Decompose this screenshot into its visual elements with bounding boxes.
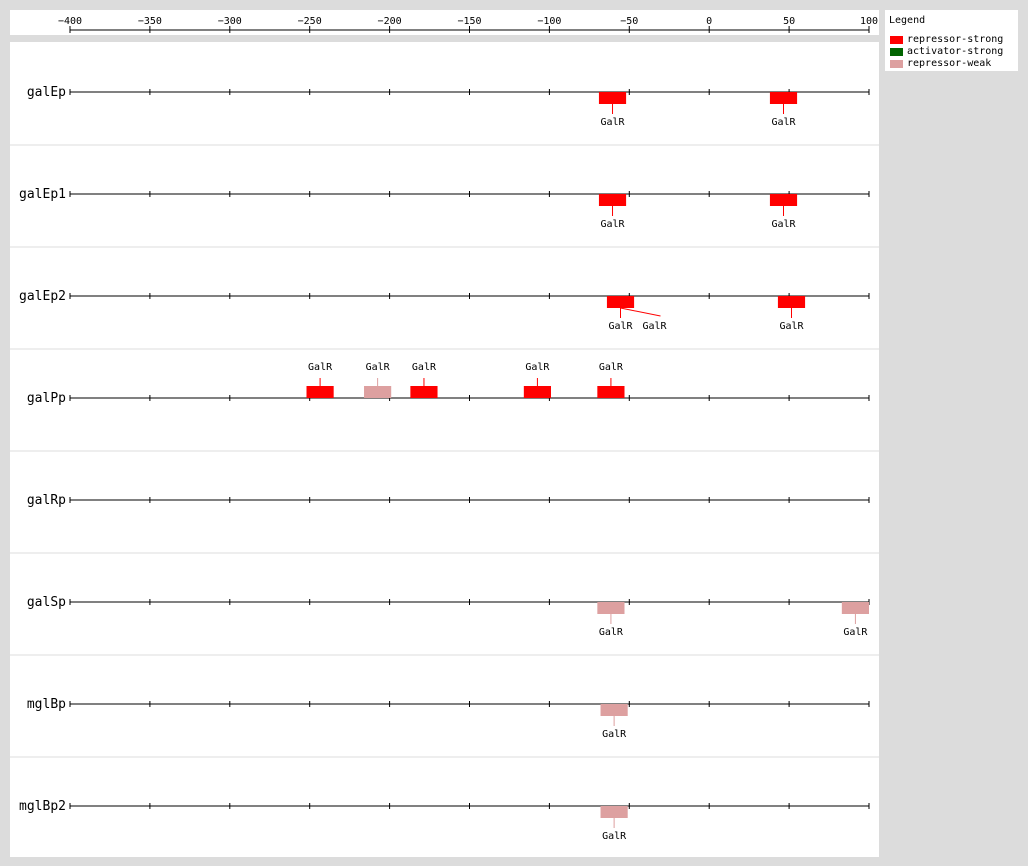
binding-site: [841, 602, 869, 614]
binding-site: [600, 806, 628, 818]
track-label: galEp1: [19, 187, 66, 202]
track-label: galRp: [27, 493, 66, 508]
binding-site: [410, 386, 438, 398]
binding-site: [598, 194, 627, 206]
site-label: GalR: [412, 362, 437, 373]
binding-site: [597, 602, 625, 614]
axis-tick-label: 100: [860, 16, 878, 27]
site-label: GalR: [366, 362, 391, 373]
binding-site: [306, 386, 334, 398]
site-label: GalR: [602, 729, 627, 740]
track-label: mglBp: [27, 697, 66, 712]
binding-site: [769, 92, 798, 104]
site-label: GalR: [779, 321, 804, 332]
site-label: GalR: [843, 627, 868, 638]
site-connector: [620, 307, 661, 317]
track-label: galPp: [27, 391, 66, 406]
site-label: GalR: [308, 362, 333, 373]
track-label: galSp: [27, 595, 66, 610]
site-label: GalR: [599, 362, 624, 373]
axis-tick-label: −300: [218, 16, 242, 27]
site-label: GalR: [599, 627, 624, 638]
axis-tick-label: 0: [706, 16, 712, 27]
axis-tick-label: −400: [58, 16, 82, 27]
binding-site: [769, 194, 798, 206]
binding-site: [606, 296, 635, 308]
site-label: GalR: [600, 117, 625, 128]
axis-tick-label: −50: [620, 16, 638, 27]
axis-tick-label: 50: [783, 16, 795, 27]
track-label: mglBp2: [19, 799, 66, 814]
site-label: GalR: [642, 321, 667, 332]
site-label: GalR: [600, 219, 625, 230]
site-label: GalR: [771, 117, 796, 128]
axis-tick-label: −150: [457, 16, 481, 27]
binding-site: [777, 296, 806, 308]
site-label: GalR: [771, 219, 796, 230]
binding-site: [523, 386, 551, 398]
axis-tick-label: −250: [298, 16, 322, 27]
track-label: galEp2: [19, 289, 66, 304]
site-label: GalR: [608, 321, 633, 332]
axis-tick-label: −200: [378, 16, 402, 27]
binding-site: [597, 386, 625, 398]
track-label: galEp: [27, 85, 66, 100]
site-label: GalR: [602, 831, 627, 842]
binding-site: [598, 92, 627, 104]
axis-tick-label: −100: [537, 16, 561, 27]
site-label: GalR: [525, 362, 550, 373]
binding-site: [364, 386, 392, 398]
axis-tick-label: −350: [138, 16, 162, 27]
promoter-diagram: −400 −350 −300 −250 −200 −150 −100 −50 0 50 100 gal…: [10, 16, 879, 842]
binding-site: [600, 704, 628, 716]
